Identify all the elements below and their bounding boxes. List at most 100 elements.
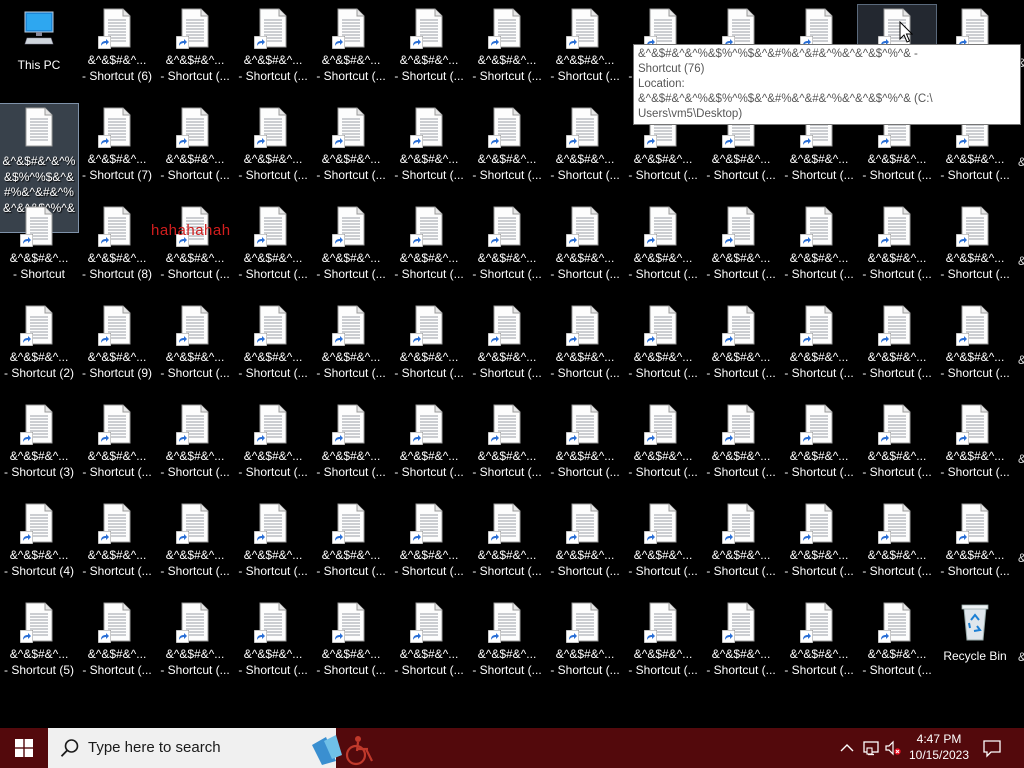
search-highlight-icon[interactable] xyxy=(310,731,380,767)
desktop-shortcut-icon[interactable]: &^&$#&^...- Shortcut (... xyxy=(234,104,312,200)
desktop[interactable]: This PC &^&$#&^&^%&$%^%$&^&#%&^&#&^%&^&^&… xyxy=(0,0,1024,728)
desktop-shortcut-icon[interactable]: &^&$#&^...- Shortcut (... xyxy=(78,599,156,695)
desktop-shortcut-icon[interactable]: &^&$#&^...- Shortcut (... xyxy=(156,5,234,101)
chevron-up-icon[interactable] xyxy=(839,740,855,756)
desktop-shortcut-icon[interactable]: &^&$#&^...- Shortcut (... xyxy=(858,599,936,695)
desktop-shortcut-icon[interactable]: &^&$#&^...- Shortcut (... xyxy=(468,5,546,101)
desktop-shortcut-icon[interactable]: &^&$#&^...- Shortcut (... xyxy=(546,500,624,596)
shortcut-arrow-icon xyxy=(488,234,501,247)
desktop-shortcut-icon[interactable]: &^&$#&^...- Shortcut (... xyxy=(702,500,780,596)
desktop-shortcut-icon[interactable]: &^&$#&^...- Shortcut (... xyxy=(780,500,858,596)
label-line: - Shortcut (... xyxy=(862,167,932,182)
desktop-shortcut-icon[interactable]: &^&$#&^...- Shortcut (... xyxy=(624,599,702,695)
desktop-shortcut-icon[interactable]: &^&$#&^... - Shortcut (4) xyxy=(0,500,78,596)
desktop-shortcut-icon[interactable]: &^&$#&^...- Shortcut (... xyxy=(702,203,780,299)
desktop-shortcut-icon[interactable]: &^&$#&^...- Shortcut (... xyxy=(312,5,390,101)
desktop-shortcut-icon[interactable]: &^&$#&^...- Shortcut (... xyxy=(234,401,312,497)
desktop-shortcut-icon[interactable]: &^&$#&^...- Shortcut (... xyxy=(546,599,624,695)
desktop-shortcut-icon[interactable]: &^&$#&^... - Shortcut (5) xyxy=(0,599,78,695)
recycle-bin-shortcut[interactable]: Recycle Bin xyxy=(936,599,1014,695)
desktop-shortcut-icon[interactable]: &^&$#&^...- Shortcut (... xyxy=(234,5,312,101)
desktop-shortcut-icon[interactable]: &^&$#&^...- Shortcut (... xyxy=(858,302,936,398)
desktop-shortcut-icon[interactable]: &^&$#&^... - Shortcut (9) xyxy=(78,302,156,398)
desktop-shortcut-icon[interactable]: &^&$#&^...- Shortcut (... xyxy=(390,599,468,695)
desktop-shortcut-icon[interactable]: &^&$#&^...- Shortcut (... xyxy=(156,302,234,398)
desktop-icon-label: &^&$#&^...- Shortcut (... xyxy=(468,449,546,480)
desktop-shortcut-icon[interactable]: &^&$#&^...- Shortcut (... xyxy=(780,203,858,299)
desktop-shortcut-icon[interactable]: &^&$#&^...- Shortcut (... xyxy=(156,203,234,299)
desktop-shortcut-icon[interactable]: &^&$#&^...- Shortcut (... xyxy=(546,401,624,497)
desktop-shortcut-icon[interactable]: &^&$#&^...- Shortcut (... xyxy=(390,203,468,299)
desktop-shortcut-icon[interactable]: &^&$#&^...- Shortcut (... xyxy=(702,302,780,398)
icon-art xyxy=(98,503,133,544)
desktop-shortcut-icon[interactable]: &^&$#&^...- Shortcut (... xyxy=(546,5,624,101)
desktop-shortcut-icon[interactable]: &^&$#&^...- Shortcut (... xyxy=(624,203,702,299)
desktop-shortcut-icon[interactable]: &^&$#&^...- Shortcut (... xyxy=(546,302,624,398)
shortcut-arrow-icon xyxy=(176,333,189,346)
label-line: &^&$#&^... xyxy=(867,251,927,265)
system-clock[interactable]: 4:47 PM 10/15/2023 xyxy=(904,731,974,763)
desktop-shortcut-icon[interactable]: &^&$#&^...- Shortcut (... xyxy=(858,401,936,497)
desktop-icon-label: &^&$#&^...- Shortcut (... xyxy=(390,152,468,183)
desktop-shortcut-icon[interactable]: &^&$#&^...- Shortcut (... xyxy=(156,500,234,596)
desktop-shortcut-icon[interactable]: &^&$#&^...- Shortcut (... xyxy=(780,599,858,695)
network-icon[interactable] xyxy=(863,740,879,756)
desktop-shortcut-icon[interactable]: &^&$#&^...- Shortcut (... xyxy=(702,401,780,497)
desktop-shortcut-icon[interactable]: &^&$#&^... - Shortcut (2) xyxy=(0,302,78,398)
desktop-shortcut-icon[interactable]: &^&$#&^...- Shortcut (... xyxy=(546,203,624,299)
desktop-shortcut-icon[interactable]: &^&$#&^...- Shortcut (... xyxy=(936,401,1014,497)
desktop-shortcut-icon[interactable]: &^&$#&^...- Shortcut (... xyxy=(312,104,390,200)
shortcut-arrow-icon xyxy=(566,531,579,544)
desktop-shortcut-icon[interactable]: &^&$#&^...- Shortcut (... xyxy=(390,302,468,398)
desktop-shortcut-icon[interactable]: &^&$#&^...- Shortcut (... xyxy=(858,500,936,596)
desktop-shortcut-icon[interactable]: &^&$#&^...- Shortcut (... xyxy=(234,203,312,299)
desktop-shortcut-icon[interactable]: &^&$#&^...- Shortcut (... xyxy=(312,401,390,497)
notification-icon[interactable] xyxy=(982,738,1002,758)
desktop-shortcut-icon[interactable]: &^&$#&^... - Shortcut (3) xyxy=(0,401,78,497)
desktop-shortcut-icon[interactable]: &^&$#&^...- Shortcut (... xyxy=(468,599,546,695)
desktop-shortcut-icon[interactable]: &^&$#&^...- Shortcut (... xyxy=(156,599,234,695)
desktop-shortcut-icon[interactable]: &^&$#&^...- Shortcut (... xyxy=(312,599,390,695)
desktop-shortcut-icon[interactable]: &^&$#&^...- Shortcut (... xyxy=(312,500,390,596)
desktop-shortcut-icon[interactable]: &^&$#&^...- Shortcut (... xyxy=(546,104,624,200)
desktop-shortcut-icon[interactable]: &^&$#&^...- Shortcut (... xyxy=(234,599,312,695)
desktop-shortcut-icon[interactable]: &^&$#&^...- Shortcut (... xyxy=(624,401,702,497)
desktop-shortcut-icon[interactable]: &^&$#&^...- Shortcut (... xyxy=(624,500,702,596)
label-line: - Shortcut (... xyxy=(316,68,386,83)
desktop-shortcut-icon[interactable]: &^&$#&^...- Shortcut (... xyxy=(468,500,546,596)
desktop-shortcut-icon[interactable]: &^&$#&^... - Shortcut (7) xyxy=(78,104,156,200)
desktop-shortcut-icon[interactable]: &^&$#&^...- Shortcut (... xyxy=(312,302,390,398)
desktop-shortcut-icon[interactable]: &^&$#&^... - Shortcut (8) xyxy=(78,203,156,299)
taskbar-search-box[interactable]: Type here to search xyxy=(48,728,373,768)
volume-muted-icon[interactable] xyxy=(885,740,901,756)
desktop-shortcut-icon[interactable]: &^&$#&^...- Shortcut (... xyxy=(702,599,780,695)
desktop-shortcut-icon[interactable]: &^&$#&^...- Shortcut (... xyxy=(78,500,156,596)
desktop-shortcut-icon[interactable]: &^&$#&^... - Shortcut xyxy=(0,203,78,299)
clipped-label: & xyxy=(1018,452,1024,466)
desktop-shortcut-icon[interactable]: &^&$#&^...- Shortcut (... xyxy=(234,500,312,596)
desktop-shortcut-icon[interactable]: &^&$#&^...- Shortcut (... xyxy=(468,302,546,398)
desktop-shortcut-icon[interactable]: &^&$#&^...- Shortcut (... xyxy=(390,500,468,596)
desktop-shortcut-icon[interactable]: &^&$#&^...- Shortcut (... xyxy=(936,302,1014,398)
desktop-shortcut-icon[interactable]: &^&$#&^... - Shortcut (6) xyxy=(78,5,156,101)
desktop-shortcut-icon[interactable]: &^&$#&^...- Shortcut (... xyxy=(780,401,858,497)
desktop-shortcut-icon[interactable]: &^&$#&^...- Shortcut (... xyxy=(936,203,1014,299)
desktop-shortcut-icon[interactable]: &^&$#&^...- Shortcut (... xyxy=(312,203,390,299)
desktop-shortcut-icon[interactable]: &^&$#&^...- Shortcut (... xyxy=(156,104,234,200)
desktop-shortcut-icon[interactable]: &^&$#&^...- Shortcut (... xyxy=(780,302,858,398)
desktop-shortcut-icon[interactable]: &^&$#&^...- Shortcut (... xyxy=(468,401,546,497)
label-line: - Shortcut (... xyxy=(394,68,464,83)
desktop-shortcut-icon[interactable]: &^&$#&^...- Shortcut (... xyxy=(390,401,468,497)
this-pc-shortcut[interactable]: This PC xyxy=(0,5,78,101)
desktop-shortcut-icon[interactable]: &^&$#&^...- Shortcut (... xyxy=(156,401,234,497)
desktop-shortcut-icon[interactable]: &^&$#&^...- Shortcut (... xyxy=(390,104,468,200)
desktop-shortcut-icon[interactable]: &^&$#&^...- Shortcut (... xyxy=(234,302,312,398)
start-button[interactable] xyxy=(0,728,48,768)
desktop-shortcut-icon[interactable]: &^&$#&^...- Shortcut (... xyxy=(624,302,702,398)
desktop-shortcut-icon[interactable]: &^&$#&^...- Shortcut (... xyxy=(468,203,546,299)
desktop-shortcut-icon[interactable]: &^&$#&^...- Shortcut (... xyxy=(468,104,546,200)
desktop-shortcut-icon[interactable]: &^&$#&^...- Shortcut (... xyxy=(858,203,936,299)
desktop-shortcut-icon[interactable]: &^&$#&^...- Shortcut (... xyxy=(78,401,156,497)
desktop-shortcut-icon[interactable]: &^&$#&^...- Shortcut (... xyxy=(936,500,1014,596)
desktop-shortcut-icon[interactable]: &^&$#&^...- Shortcut (... xyxy=(390,5,468,101)
